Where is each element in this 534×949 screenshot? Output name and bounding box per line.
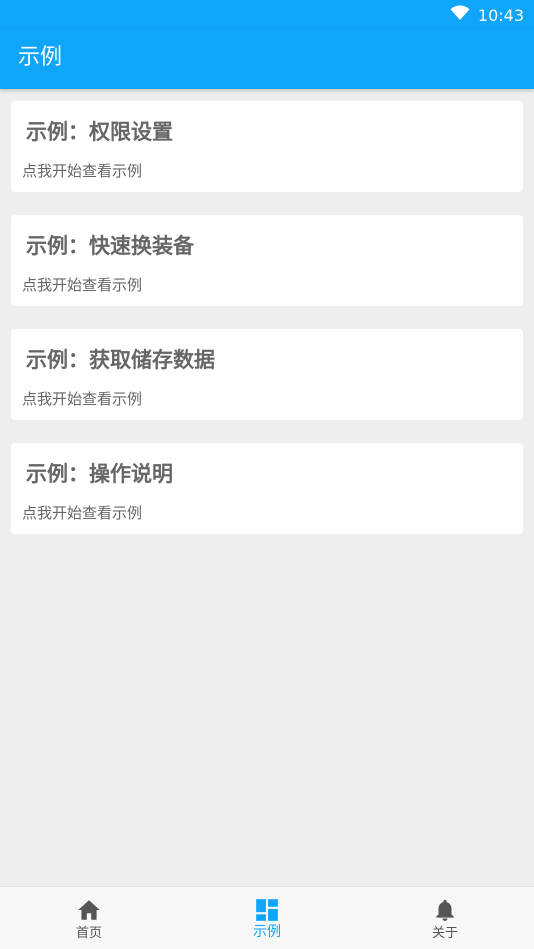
status-bar: 10:43 (0, 0, 534, 29)
example-card-quick-equip[interactable]: 示例：快速换装备 点我开始查看示例 (11, 215, 523, 306)
card-subtitle: 点我开始查看示例 (22, 390, 143, 408)
card-title: 示例：快速换装备 (26, 234, 194, 258)
app-bar: 示例 (0, 29, 534, 89)
card-title: 示例：操作说明 (26, 462, 173, 486)
nav-item-home[interactable]: 首页 (0, 887, 178, 949)
status-right: 10:43 (450, 4, 524, 26)
example-card-permissions[interactable]: 示例：权限设置 点我开始查看示例 (11, 101, 523, 192)
wifi-icon (450, 5, 470, 25)
status-time: 10:43 (477, 5, 524, 25)
card-subtitle: 点我开始查看示例 (22, 276, 143, 294)
card-subtitle: 点我开始查看示例 (22, 162, 143, 180)
page-title: 示例 (18, 45, 63, 70)
home-icon (76, 897, 102, 923)
card-subtitle: 点我开始查看示例 (22, 504, 143, 522)
example-card-instructions[interactable]: 示例：操作说明 点我开始查看示例 (11, 443, 523, 534)
nav-item-about[interactable]: 关于 (356, 887, 534, 949)
nav-label-examples: 示例 (253, 924, 281, 940)
bell-icon (432, 897, 458, 923)
card-title: 示例：获取储存数据 (26, 348, 215, 372)
nav-label-home: 首页 (75, 926, 102, 941)
example-card-storage-data[interactable]: 示例：获取储存数据 点我开始查看示例 (11, 329, 523, 420)
bottom-nav: 首页 示例 关于 (0, 886, 534, 949)
example-list: 示例：权限设置 点我开始查看示例 示例：快速换装备 点我开始查看示例 示例：获取… (11, 101, 523, 557)
dashboard-icon (254, 897, 280, 923)
nav-item-examples[interactable]: 示例 (178, 887, 356, 949)
card-title: 示例：权限设置 (26, 120, 173, 144)
nav-label-about: 关于 (431, 926, 458, 941)
